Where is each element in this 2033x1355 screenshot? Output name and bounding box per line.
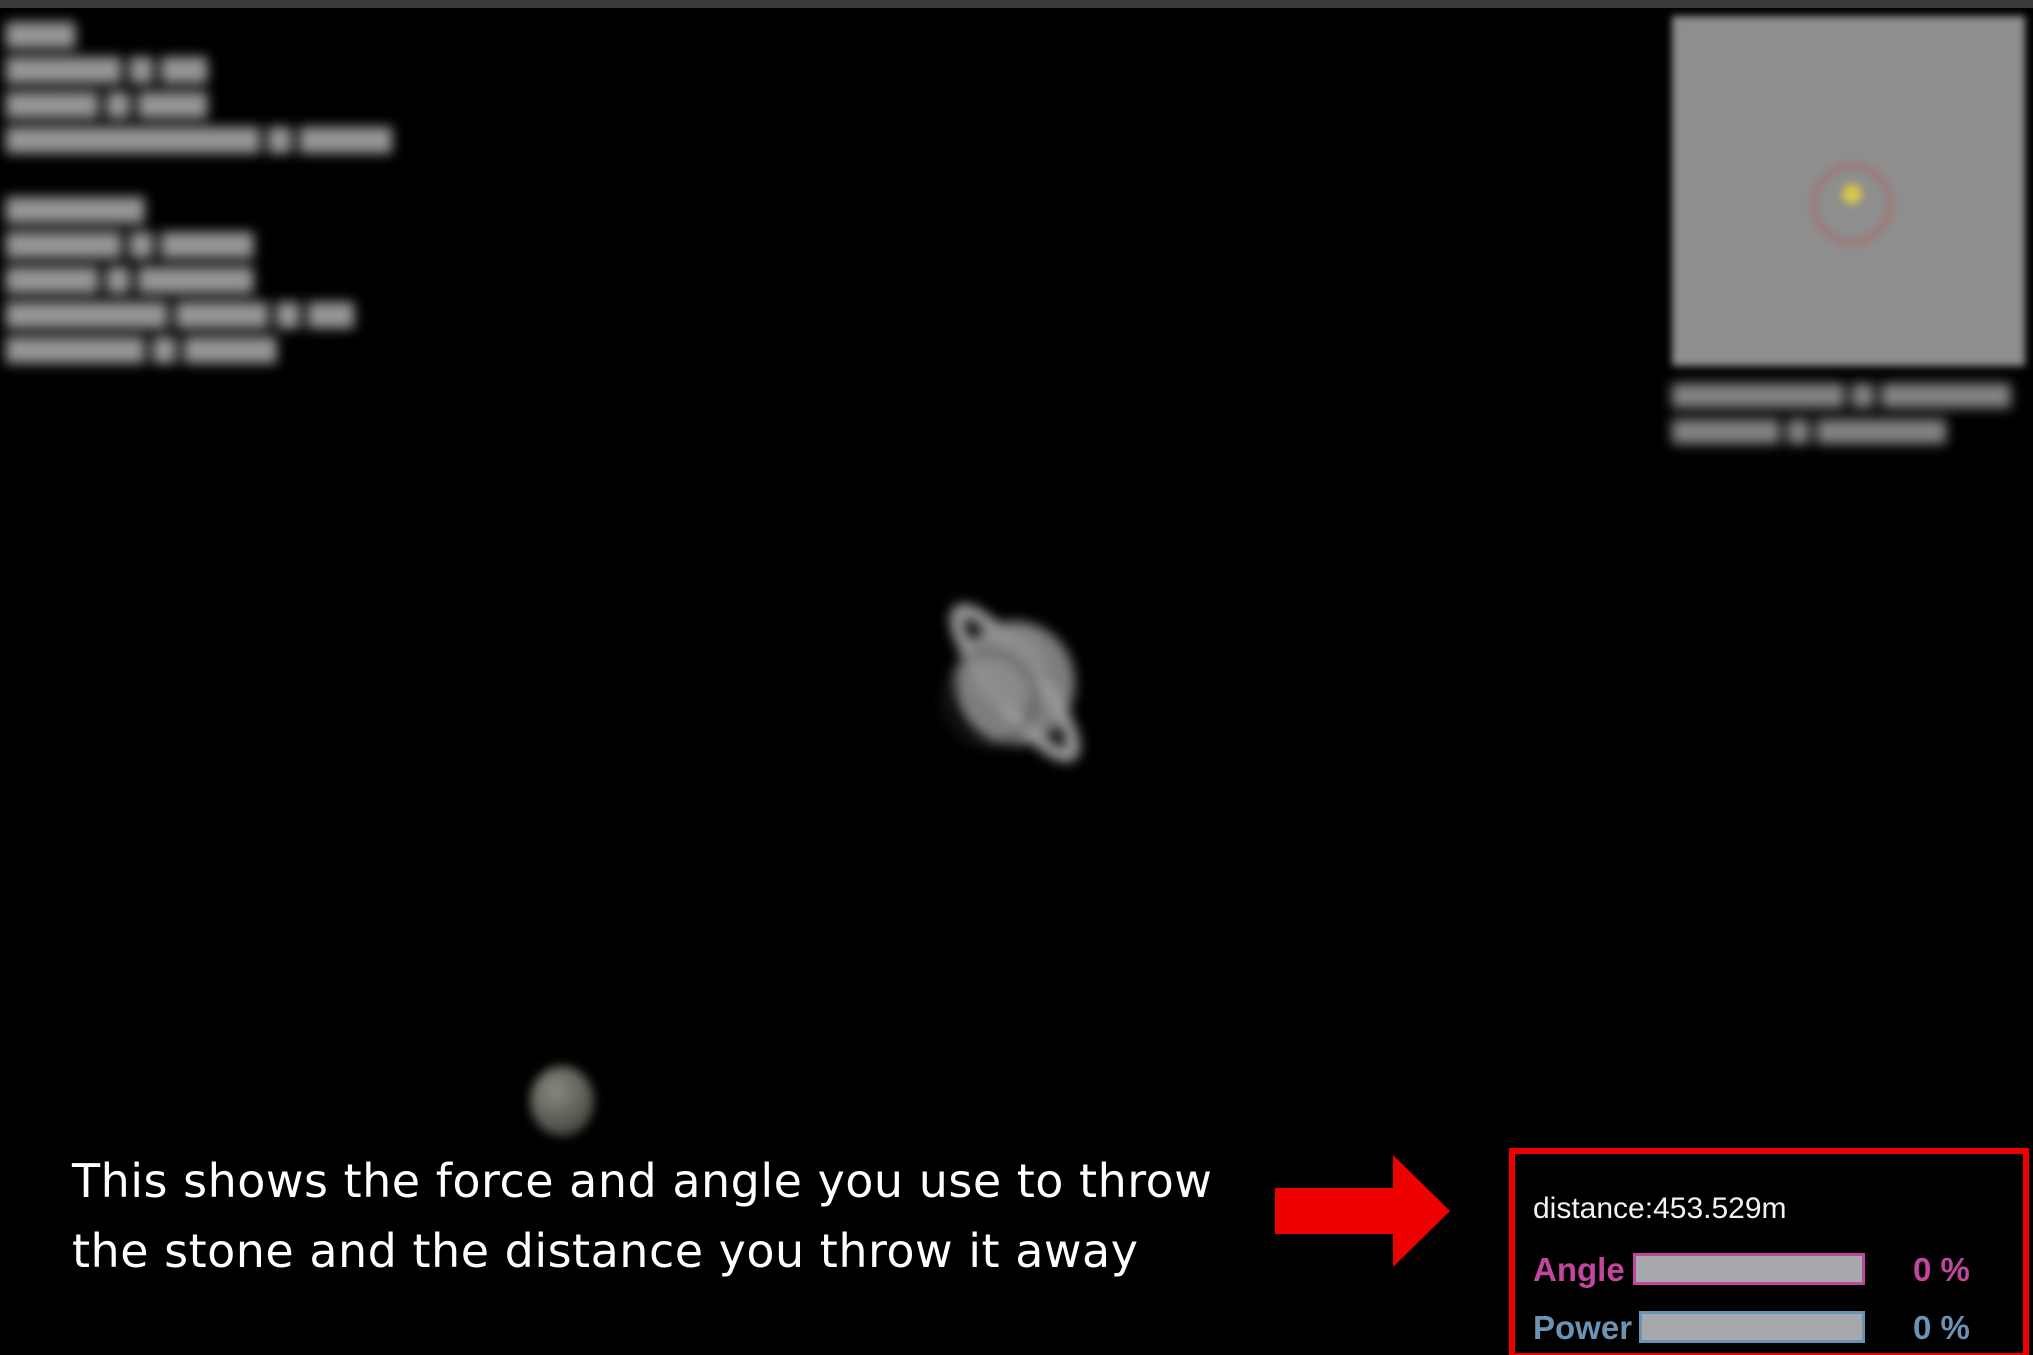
caption-line-2: the stone and the distance you throw it … xyxy=(72,1224,1139,1278)
angle-percent: 0 % xyxy=(1913,1251,1970,1288)
power-percent: 0 % xyxy=(1913,1309,1970,1346)
minimap-readout: ▆▆▆▆▆▆▆▆ ▆ ▆▆▆▆▆▆ ▆▆▆▆▆ ▆ ▆▆▆▆▆▆ xyxy=(1672,376,2011,443)
star-marker xyxy=(1842,184,1862,204)
minimap xyxy=(1672,16,2025,366)
angle-bar xyxy=(1633,1253,1865,1285)
angle-label: Angle xyxy=(1533,1251,1625,1288)
power-meter: Power 0 % xyxy=(1533,1308,2003,1348)
throw-stats-panel: distance:453.529m Angle 0 % Power 0 % xyxy=(1509,1148,2029,1355)
angle-meter: Angle 0 % xyxy=(1533,1250,2003,1290)
power-label: Power xyxy=(1533,1309,1633,1346)
right-arrow-icon xyxy=(1275,1155,1450,1267)
tutorial-caption: This shows the force and angle you use t… xyxy=(72,1146,1252,1286)
power-bar xyxy=(1639,1311,1865,1343)
object-info-panel: ▆▆▆ ▆▆▆▆▆ ▆ ▆▆ ▆▆▆▆ ▆ ▆▆▆ ▆▆▆▆▆▆▆▆▆▆▆ ▆ … xyxy=(6,15,392,363)
game-canvas[interactable]: ▆▆▆ ▆▆▆▆▆ ▆ ▆▆ ▆▆▆▆ ▆ ▆▆▆ ▆▆▆▆▆▆▆▆▆▆▆ ▆ … xyxy=(0,0,2033,1355)
planet xyxy=(944,603,1081,763)
distance-readout: distance:453.529m xyxy=(1533,1192,1787,1225)
stone[interactable] xyxy=(530,1066,594,1136)
caption-line-1: This shows the force and angle you use t… xyxy=(72,1154,1213,1208)
